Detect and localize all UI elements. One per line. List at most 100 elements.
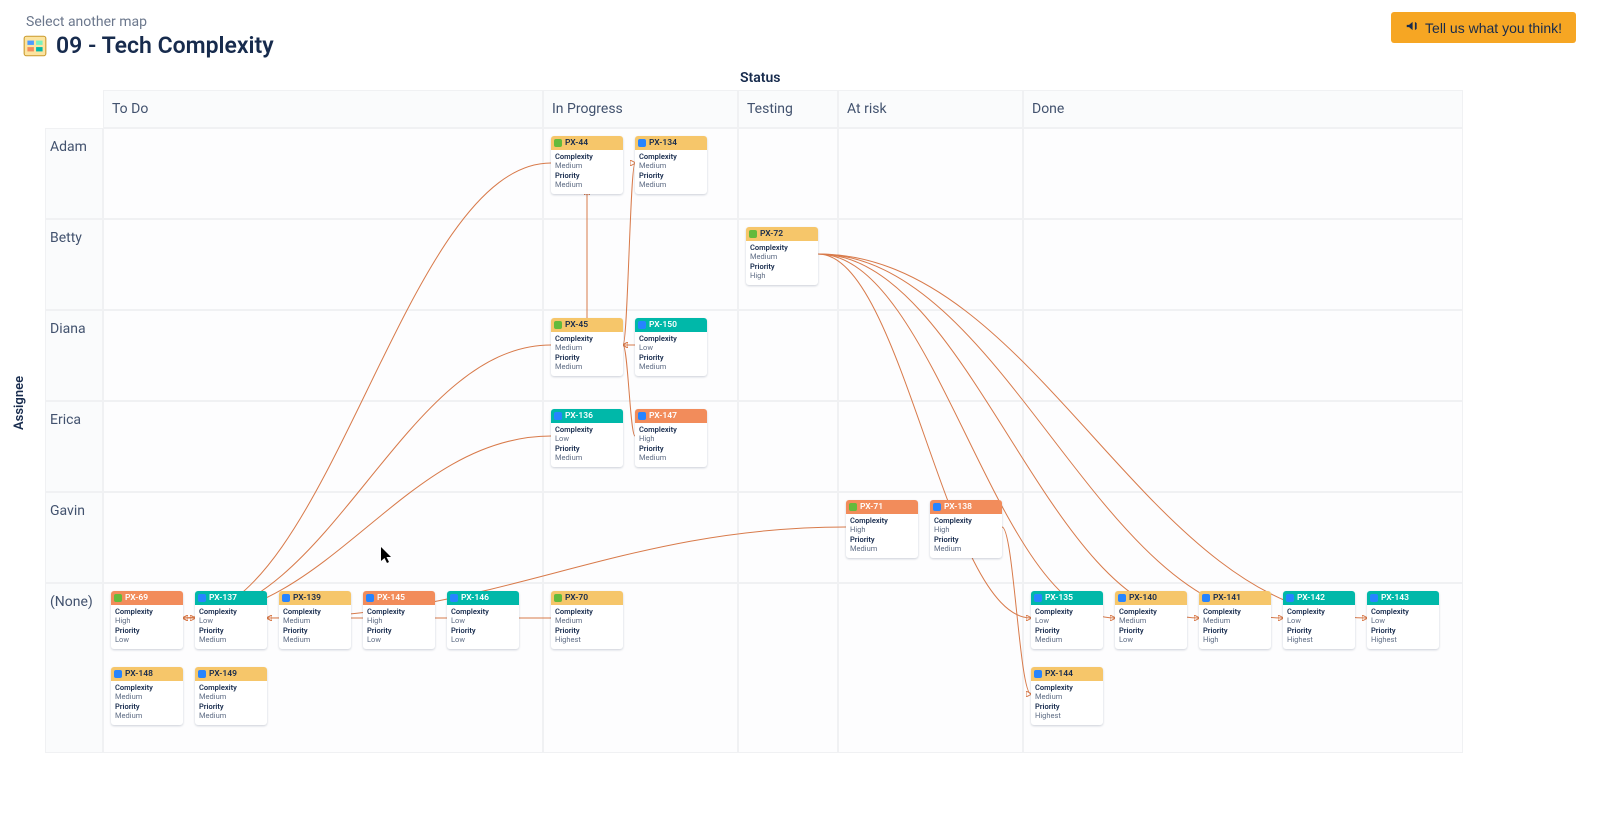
card-header: PX-150 [635,318,707,332]
issue-type-icon [198,670,206,678]
grid-cell[interactable] [103,128,543,219]
issue-card[interactable]: PX-71ComplexityHighPriorityMedium [846,500,918,558]
complexity-label: Complexity [199,607,263,616]
issue-card[interactable]: PX-72ComplexityMediumPriorityHigh [746,227,818,285]
priority-value: Medium [555,362,619,371]
grid-cell[interactable] [838,219,1023,310]
issue-card[interactable]: PX-142ComplexityLowPriorityHighest [1283,591,1355,649]
grid-cell[interactable] [103,492,543,583]
issue-card[interactable]: PX-69ComplexityHighPriorityLow [111,591,183,649]
grid-cell[interactable] [1023,310,1463,401]
issue-card[interactable]: PX-136ComplexityLowPriorityMedium [551,409,623,467]
issue-key: PX-140 [1129,593,1157,603]
issue-card[interactable]: PX-138ComplexityHighPriorityMedium [930,500,1002,558]
complexity-value: Low [1287,616,1351,625]
issue-card[interactable]: PX-140ComplexityMediumPriorityLow [1115,591,1187,649]
issue-card[interactable]: PX-148ComplexityMediumPriorityMedium [111,667,183,725]
issue-card[interactable]: PX-146ComplexityLowPriorityLow [447,591,519,649]
select-another-map-link[interactable]: Select another map [26,14,147,30]
complexity-value: Medium [199,692,263,701]
feedback-button[interactable]: Tell us what you think! [1391,12,1576,43]
grid-cell[interactable] [738,401,838,492]
row-header[interactable]: (None) [45,583,103,753]
grid-cell[interactable] [1023,219,1463,310]
issue-card[interactable]: PX-70ComplexityMediumPriorityHighest [551,591,623,649]
issue-key: PX-149 [209,669,237,679]
issue-type-icon [450,594,458,602]
column-header[interactable]: At risk [838,90,1023,128]
issue-card[interactable]: PX-135ComplexityLowPriorityMedium [1031,591,1103,649]
grid-cell[interactable] [1023,401,1463,492]
card-header: PX-146 [447,591,519,605]
issue-card[interactable]: PX-147ComplexityHighPriorityMedium [635,409,707,467]
grid-cell[interactable] [838,583,1023,753]
grid-cell[interactable] [738,128,838,219]
priority-label: Priority [555,626,619,635]
complexity-value: Low [1371,616,1435,625]
grid-cell[interactable] [738,492,838,583]
grid-cell[interactable] [838,310,1023,401]
row-header[interactable]: Gavin [45,492,103,583]
complexity-value: Low [1035,616,1099,625]
issue-card[interactable]: PX-150ComplexityLowPriorityMedium [635,318,707,376]
issue-card[interactable]: PX-144ComplexityMediumPriorityHighest [1031,667,1103,725]
grid-cell[interactable] [103,219,543,310]
priority-value: Low [367,635,431,644]
issue-card[interactable]: PX-45 ComplexityMediumPriorityMedium [551,318,623,376]
card-header: PX-69 [111,591,183,605]
complexity-value: Medium [1035,692,1099,701]
issue-type-icon [198,594,206,602]
complexity-value: High [115,616,179,625]
row-header[interactable]: Betty [45,219,103,310]
grid-cell[interactable] [738,310,838,401]
priority-label: Priority [1203,626,1267,635]
issue-card[interactable]: PX-145ComplexityHighPriorityLow [363,591,435,649]
issue-key: PX-135 [1045,593,1073,603]
priority-label: Priority [750,262,814,271]
card-body: ComplexityLowPriorityMedium [551,423,623,467]
complexity-value: Medium [639,161,703,170]
issue-type-icon [1202,594,1210,602]
card-body: ComplexityLowPriorityHighest [1367,605,1439,649]
priority-value: Highest [1035,711,1099,720]
card-body: ComplexityMediumPriorityMedium [551,332,623,376]
grid-cell[interactable] [103,401,543,492]
row-header[interactable]: Diana [45,310,103,401]
issue-card[interactable]: PX-137ComplexityLowPriorityMedium [195,591,267,649]
issue-type-icon [366,594,374,602]
issue-type-icon [933,503,941,511]
column-header[interactable]: Testing [738,90,838,128]
grid-cell[interactable] [103,310,543,401]
grid-cell[interactable] [543,492,738,583]
issue-type-icon [554,321,562,329]
card-header: PX-140 [1115,591,1187,605]
complexity-label: Complexity [555,425,619,434]
issue-card[interactable]: PX-134ComplexityMediumPriorityMedium [635,136,707,194]
grid-cell[interactable] [738,583,838,753]
grid-cell[interactable] [838,128,1023,219]
grid-cell[interactable] [1023,128,1463,219]
issue-card[interactable]: PX-149ComplexityMediumPriorityMedium [195,667,267,725]
column-header[interactable]: To Do [103,90,543,128]
y-axis-label: Assignee [12,376,27,430]
issue-card[interactable]: PX-44ComplexityMediumPriorityMedium [551,136,623,194]
complexity-label: Complexity [367,607,431,616]
priority-label: Priority [639,353,703,362]
row-header[interactable]: Adam [45,128,103,219]
grid-cell[interactable] [543,219,738,310]
complexity-value: High [934,525,998,534]
issue-card[interactable]: PX-141ComplexityMediumPriorityHigh [1199,591,1271,649]
issue-card[interactable]: PX-143ComplexityLowPriorityHighest [1367,591,1439,649]
column-header[interactable]: Done [1023,90,1463,128]
grid-cell[interactable] [1023,492,1463,583]
issue-key: PX-45 [565,320,588,330]
priority-value: Medium [199,635,263,644]
complexity-label: Complexity [639,425,703,434]
issue-card[interactable]: PX-139ComplexityMediumPriorityMedium [279,591,351,649]
row-header[interactable]: Erica [45,401,103,492]
grid-cell[interactable] [838,401,1023,492]
priority-label: Priority [639,171,703,180]
column-header[interactable]: In Progress [543,90,738,128]
priority-value: Highest [1287,635,1351,644]
priority-label: Priority [555,353,619,362]
